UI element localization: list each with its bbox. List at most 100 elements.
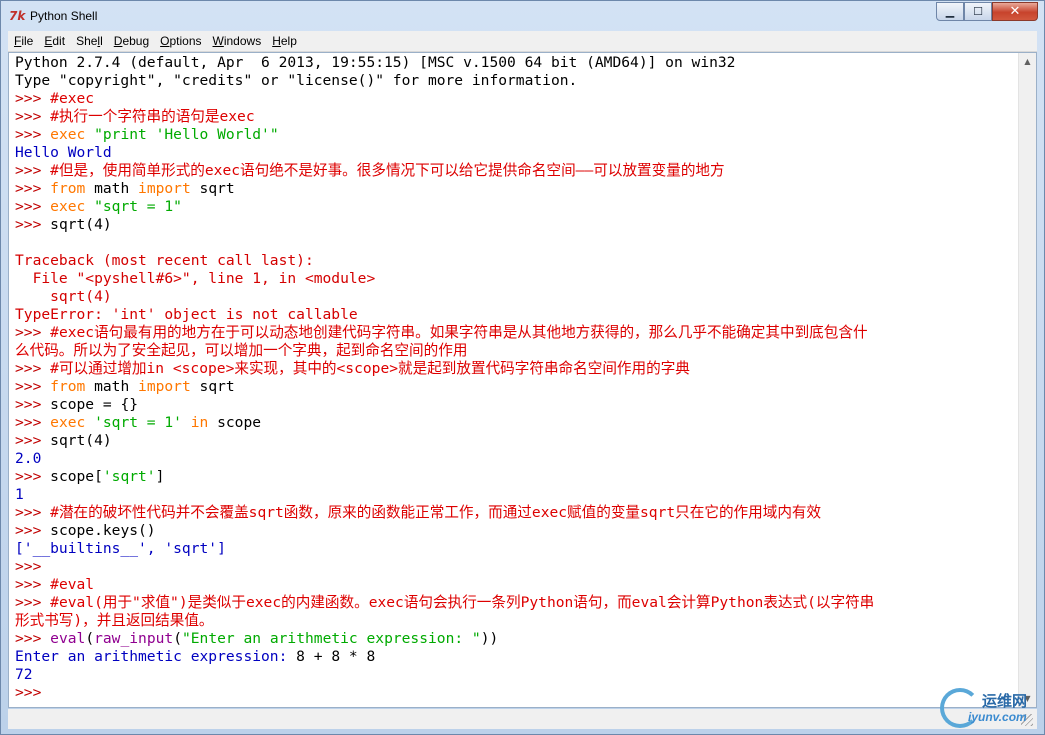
shell-token: ( <box>85 630 95 647</box>
shell-token: >>> <box>15 216 51 233</box>
shell-text-area[interactable]: Python 2.7.4 (default, Apr 6 2013, 19:55… <box>8 52 1037 708</box>
shell-token: >>> <box>15 594 51 611</box>
shell-token: "print 'Hello World'" <box>94 126 279 143</box>
shell-token: scope = {} <box>50 396 139 413</box>
title-bar[interactable]: 7k Python Shell ▁ ☐ ✕ <box>1 1 1044 31</box>
shell-token: #潜在的破坏性代码并不会覆盖sqrt函数，原来的函数能正常工作，而通过exec赋… <box>50 504 822 521</box>
shell-line: >>> #exec语句最有用的地方在于可以动态地创建代码字符串。如果字符串是从其… <box>15 324 1020 342</box>
window-controls: ▁ ☐ ✕ <box>936 2 1038 22</box>
watermark-text-en: iyunv.com <box>968 710 1027 724</box>
maximize-icon: ☐ <box>973 5 983 18</box>
shell-token: in <box>190 414 218 431</box>
shell-token: 么代码。所以为了安全起见，可以增加一个字典，起到命名空间的作用 <box>15 342 468 359</box>
shell-token: >>> <box>15 504 51 521</box>
vertical-scrollbar[interactable]: ▲ ▼ <box>1018 53 1036 707</box>
shell-token: 72 <box>15 666 33 683</box>
shell-token: >>> <box>15 522 51 539</box>
shell-token: eval <box>50 630 86 647</box>
shell-line: >>> scope.keys() <box>15 522 1020 540</box>
shell-token: >>> <box>15 108 51 125</box>
close-icon: ✕ <box>1009 4 1021 19</box>
menu-item[interactable]: Edit <box>38 31 70 51</box>
shell-line: >>> <box>15 558 1020 576</box>
shell-line: >>> #潜在的破坏性代码并不会覆盖sqrt函数，原来的函数能正常工作，而通过e… <box>15 504 1020 522</box>
shell-line: >>> from math import sqrt <box>15 180 1020 198</box>
idle-app-icon: 7k <box>9 9 26 23</box>
shell-line: >>> sqrt(4) <box>15 432 1020 450</box>
shell-line: 1 <box>15 486 1020 504</box>
shell-token: >>> <box>15 90 51 107</box>
shell-token: 'sqrt' <box>102 468 156 485</box>
shell-token: ( <box>173 630 182 647</box>
python-shell-window: 7k Python Shell ▁ ☐ ✕ File Edit Shell Debug… <box>0 0 1045 735</box>
watermark-logo: 运维网 iyunv.com <box>940 688 1040 732</box>
shell-token: >>> <box>15 360 51 377</box>
shell-line: >>> #exec <box>15 90 1020 108</box>
shell-token: #执行一个字符串的语句是exec <box>50 108 255 125</box>
menu-item[interactable]: Options <box>154 31 206 51</box>
scroll-up-arrow-icon[interactable]: ▲ <box>1019 53 1036 70</box>
minimize-icon: ▁ <box>945 5 955 18</box>
shell-token: from <box>50 180 95 197</box>
shell-line: File "<pyshell#6>", line 1, in <module> <box>15 270 1020 288</box>
shell-token: >>> <box>15 432 51 449</box>
shell-token: math <box>94 180 139 197</box>
shell-token: 形式书写)，并且返回结果值。 <box>15 612 214 629</box>
shell-token: sqrt <box>199 378 235 395</box>
shell-line: 么代码。所以为了安全起见，可以增加一个字典，起到命名空间的作用 <box>15 342 1020 360</box>
shell-line: 2.0 <box>15 450 1020 468</box>
shell-token: exec <box>50 126 95 143</box>
shell-token: #eval <box>50 576 95 593</box>
shell-line: Traceback (most recent call last): <box>15 252 1020 270</box>
shell-line: TypeError: 'int' object is not callable <box>15 306 1020 324</box>
shell-token: from <box>50 378 95 395</box>
shell-token: exec <box>50 414 95 431</box>
shell-token: "Enter an arithmetic expression: " <box>181 630 481 647</box>
menu-item[interactable]: Help <box>266 31 302 51</box>
shell-line: >>> <box>15 684 1020 702</box>
shell-token: >>> <box>15 558 51 575</box>
shell-line: >>> from math import sqrt <box>15 378 1020 396</box>
shell-token: >>> <box>15 414 51 431</box>
shell-line: 72 <box>15 666 1020 684</box>
shell-line: >>> #eval(用于"求值")是类似于exec的内建函数。exec语句会执行… <box>15 594 1020 612</box>
shell-line: Enter an arithmetic expression: 8 + 8 * … <box>15 648 1020 666</box>
shell-token: 1 <box>15 486 24 503</box>
shell-token: scope[ <box>50 468 103 485</box>
shell-token: 'sqrt = 1' <box>94 414 191 431</box>
shell-token: TypeError: 'int' object is not callable <box>15 306 358 323</box>
close-button[interactable]: ✕ <box>992 2 1038 21</box>
shell-token: import <box>138 180 200 197</box>
shell-token: >>> <box>15 396 51 413</box>
minimize-button[interactable]: ▁ <box>936 2 964 21</box>
shell-token: >>> <box>15 576 51 593</box>
shell-token: Python 2.7.4 (default, Apr 6 2013, 19:55… <box>15 54 736 71</box>
shell-token: Type "copyright", "credits" or "license(… <box>15 72 578 89</box>
shell-line: >>> scope = {} <box>15 396 1020 414</box>
shell-token: >>> <box>15 180 51 197</box>
shell-token: #但是，使用简单形式的exec语句绝不是好事。很多情况下可以给它提供命名空间——… <box>50 162 725 179</box>
shell-line: >>> #可以通过增加in <scope>来实现，其中的<scope>就是起到放… <box>15 360 1020 378</box>
maximize-button[interactable]: ☐ <box>964 2 992 21</box>
shell-token: #可以通过增加in <scope>来实现，其中的<scope>就是起到放置代码字… <box>50 360 690 377</box>
menu-item[interactable]: Debug <box>108 31 154 51</box>
shell-token: >>> <box>15 630 51 647</box>
shell-token: sqrt(4) <box>50 216 112 233</box>
shell-token: >>> <box>15 162 51 179</box>
menu-item[interactable]: File <box>8 31 38 51</box>
menu-item[interactable]: Shell <box>70 31 108 51</box>
shell-token: File "<pyshell#6>", line 1, in <module> <box>15 270 376 287</box>
shell-token: >>> <box>15 468 51 485</box>
watermark-text-cn: 运维网 <box>982 693 1028 710</box>
shell-token: exec <box>50 198 95 215</box>
shell-token: >>> <box>15 378 51 395</box>
shell-token: >>> <box>15 684 51 701</box>
shell-line: >>> exec "sqrt = 1" <box>15 198 1020 216</box>
shell-line: >>> #eval <box>15 576 1020 594</box>
shell-output: Python 2.7.4 (default, Apr 6 2013, 19:55… <box>15 54 1020 702</box>
shell-token: ['__builtins__', 'sqrt'] <box>15 540 226 557</box>
shell-token: Hello World <box>15 144 112 161</box>
shell-token: raw_input <box>94 630 174 647</box>
menu-item[interactable]: Windows <box>207 31 267 51</box>
shell-token: >>> <box>15 198 51 215</box>
